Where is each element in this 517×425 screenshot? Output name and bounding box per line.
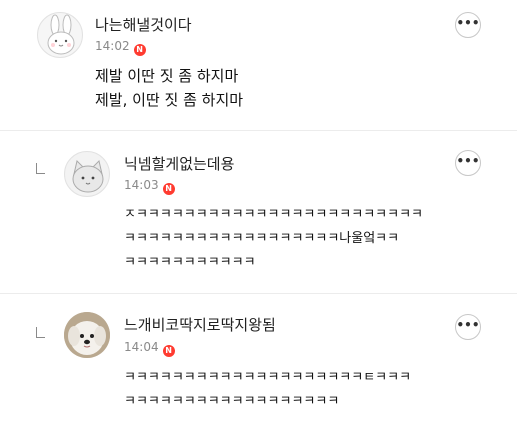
timestamp: 14:02 N — [95, 38, 146, 56]
comment-line: ㅋㅋㅋㅋㅋㅋㅋㅋㅋㅋㅋ — [124, 255, 256, 270]
timestamp: 14:03 N — [124, 177, 175, 195]
new-badge: N — [162, 183, 175, 195]
comment-line: 제발 이딴 짓 좀 하지마 — [95, 67, 239, 85]
comment-body: ㅈㅋㅋㅋㅋㅋㅋㅋㅋㅋㅋㅋㅋㅋㅋㅋㅋㅋㅋㅋㅋㅋㅋㅋㅋ ㅋㅋㅋㅋㅋㅋㅋㅋㅋㅋㅋㅋㅋㅋ… — [124, 203, 423, 275]
more-icon: ••• — [456, 154, 480, 168]
new-badge: N — [133, 44, 146, 56]
reply-arrow-icon — [36, 327, 45, 338]
time-text: 14:02 — [95, 39, 130, 53]
timestamp: 14:04 N — [124, 339, 175, 357]
reply-comment-item: 느개비코딱지로딱지왕됨 14:04 N ••• ㅋㅋㅋㅋㅋㅋㅋㅋㅋㅋㅋㅋㅋㅋㅋㅋㅋ… — [0, 294, 517, 425]
reply-arrow-icon — [36, 163, 45, 174]
more-options-button[interactable]: ••• — [455, 150, 481, 176]
time-text: 14:03 — [124, 178, 159, 192]
rabbit-avatar-icon — [47, 14, 75, 55]
comment-body: ㅋㅋㅋㅋㅋㅋㅋㅋㅋㅋㅋㅋㅋㅋㅋㅋㅋㅋㅋㅋㅌㅋㅋㅋ ㅋㅋㅋㅋㅋㅋㅋㅋㅋㅋㅋㅋㅋㅋㅋ… — [124, 366, 411, 414]
comment-body: 제발 이딴 짓 좀 하지마 제발, 이딴 짓 좀 하지마 — [95, 64, 243, 112]
comment-line: ㅋㅋㅋㅋㅋㅋㅋㅋㅋㅋㅋㅋㅋㅋㅋㅋㅋㅋㅋㅋㅌㅋㅋㅋ — [124, 370, 412, 385]
more-icon: ••• — [456, 318, 480, 332]
nickname[interactable]: 닉넴할게없는데용 — [124, 155, 234, 173]
nickname[interactable]: 느개비코딱지로딱지왕됨 — [124, 316, 276, 334]
comment-line: ㅋㅋㅋㅋㅋㅋㅋㅋㅋㅋㅋㅋㅋㅋㅋㅋㅋㅋ — [124, 394, 340, 409]
more-options-button[interactable]: ••• — [455, 314, 481, 340]
time-text: 14:04 — [124, 340, 159, 354]
comment-line: 제발, 이딴 짓 좀 하지마 — [95, 91, 244, 109]
comment-item: 나는해낼것이다 14:02 N ••• 제발 이딴 짓 좀 하지마 제발, 이딴 … — [0, 0, 517, 125]
avatar[interactable] — [37, 12, 83, 58]
reply-comment-item: 닉넴할게없는데용 14:03 N ••• ㅈㅋㅋㅋㅋㅋㅋㅋㅋㅋㅋㅋㅋㅋㅋㅋㅋㅋㅋㅋ… — [0, 131, 517, 291]
more-icon: ••• — [456, 16, 480, 30]
nickname[interactable]: 나는해낼것이다 — [95, 16, 192, 34]
cat-avatar-icon — [72, 160, 104, 193]
avatar[interactable] — [64, 151, 110, 197]
comment-line: ㅈㅋㅋㅋㅋㅋㅋㅋㅋㅋㅋㅋㅋㅋㅋㅋㅋㅋㅋㅋㅋㅋㅋㅋㅋ — [124, 207, 424, 222]
more-options-button[interactable]: ••• — [455, 12, 481, 38]
dog-photo-avatar — [64, 312, 110, 358]
avatar[interactable] — [64, 312, 110, 358]
comment-line: ㅋㅋㅋㅋㅋㅋㅋㅋㅋㅋㅋㅋㅋㅋㅋㅋㅋㅋ나울엌ㅋㅋ — [124, 231, 400, 246]
new-badge: N — [162, 345, 175, 357]
